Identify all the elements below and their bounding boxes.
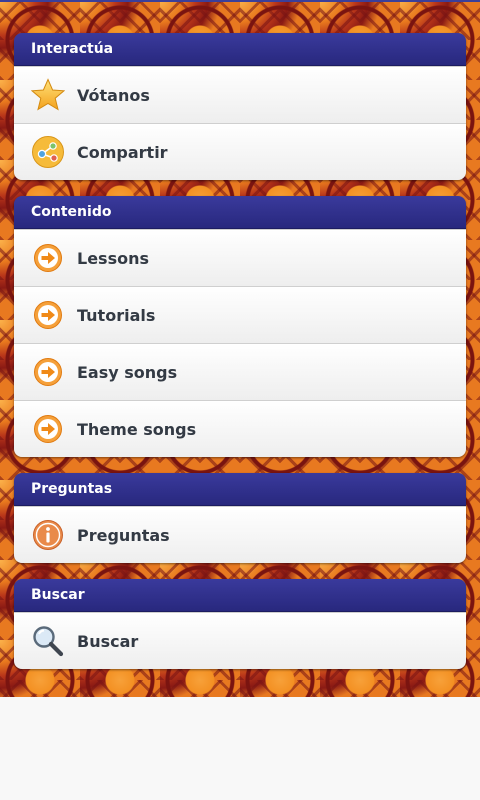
bottom-blank-area <box>0 697 480 800</box>
menu-list: Interactúa Vótanos Compartir Contenido L… <box>14 33 466 685</box>
section-header: Contenido <box>14 196 466 229</box>
section-header: Preguntas <box>14 473 466 506</box>
search-icon <box>31 624 65 658</box>
menu-item-tutorials[interactable]: Tutorials <box>14 286 466 343</box>
share-icon <box>31 135 65 169</box>
section-header: Buscar <box>14 579 466 612</box>
menu-item-easy-songs[interactable]: Easy songs <box>14 343 466 400</box>
section-buscar: Buscar Buscar <box>14 579 466 669</box>
menu-item-preguntas[interactable]: Preguntas <box>14 506 466 563</box>
menu-item-lessons[interactable]: Lessons <box>14 229 466 286</box>
arrow-right-icon <box>31 298 65 332</box>
menu-item-label: Vótanos <box>77 85 150 105</box>
menu-item-buscar[interactable]: Buscar <box>14 612 466 669</box>
menu-item-compartir[interactable]: Compartir <box>14 123 466 180</box>
menu-item-votanos[interactable]: Vótanos <box>14 66 466 123</box>
section-contenido: Contenido Lessons Tutorials Easy songs T… <box>14 196 466 457</box>
section-preguntas: Preguntas Preguntas <box>14 473 466 563</box>
menu-item-label: Compartir <box>77 142 168 162</box>
menu-item-label: Easy songs <box>77 362 178 382</box>
menu-item-theme-songs[interactable]: Theme songs <box>14 400 466 457</box>
menu-item-label: Preguntas <box>77 525 170 545</box>
arrow-right-icon <box>31 355 65 389</box>
arrow-right-icon <box>31 412 65 446</box>
menu-item-label: Buscar <box>77 631 139 651</box>
menu-item-label: Tutorials <box>77 305 156 325</box>
menu-item-label: Lessons <box>77 248 149 268</box>
section-header: Interactúa <box>14 33 466 66</box>
arrow-right-icon <box>31 241 65 275</box>
info-icon <box>31 518 65 552</box>
status-line <box>0 0 480 2</box>
menu-item-label: Theme songs <box>77 419 197 439</box>
section-interactua: Interactúa Vótanos Compartir <box>14 33 466 180</box>
star-icon <box>31 78 65 112</box>
